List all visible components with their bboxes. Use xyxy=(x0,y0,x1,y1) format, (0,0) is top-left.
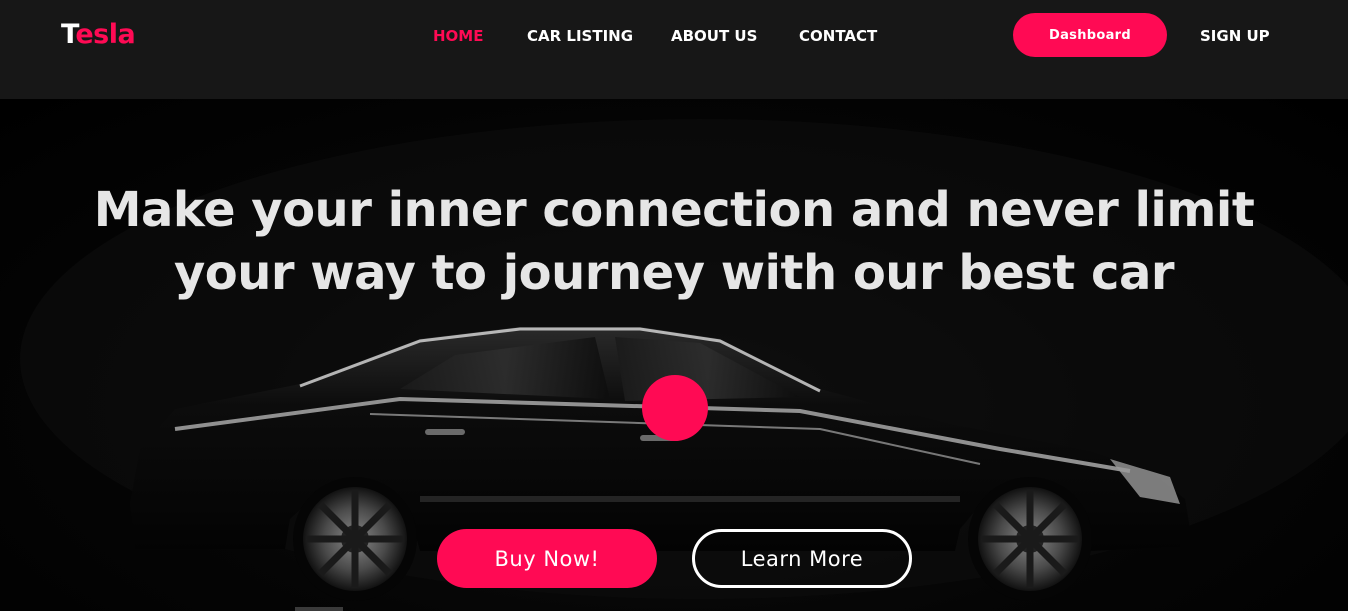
hero-section: Make your inner connection and never lim… xyxy=(0,99,1348,611)
scroll-indicator xyxy=(295,607,343,611)
hero-headline: Make your inner connection and never lim… xyxy=(0,179,1348,305)
learn-more-button[interactable]: Learn More xyxy=(692,529,912,588)
nav-contact-link[interactable]: CONTACT xyxy=(799,26,877,46)
nav-car-listing-link[interactable]: CAR LISTING xyxy=(527,26,633,46)
nav-home-link[interactable]: HOME xyxy=(433,26,483,46)
sign-up-link[interactable]: SIGN UP xyxy=(1200,26,1270,46)
dashboard-button[interactable]: Dashboard xyxy=(1013,13,1167,57)
headline-line-2: your way to journey with our best car xyxy=(173,245,1175,301)
buy-now-button[interactable]: Buy Now! xyxy=(437,529,657,588)
navbar: Tesla HOME CAR LISTING ABOUT US CONTACT … xyxy=(0,0,1348,99)
pink-circle-marker[interactable] xyxy=(642,375,708,441)
car-image xyxy=(20,119,1348,601)
headline-line-1: Make your inner connection and never lim… xyxy=(93,182,1255,238)
nav-about-us-link[interactable]: ABOUT US xyxy=(671,26,757,46)
brand-logo[interactable]: Tesla xyxy=(61,18,136,52)
logo-rest: esla xyxy=(75,19,136,50)
logo-first-letter: T xyxy=(61,19,76,50)
